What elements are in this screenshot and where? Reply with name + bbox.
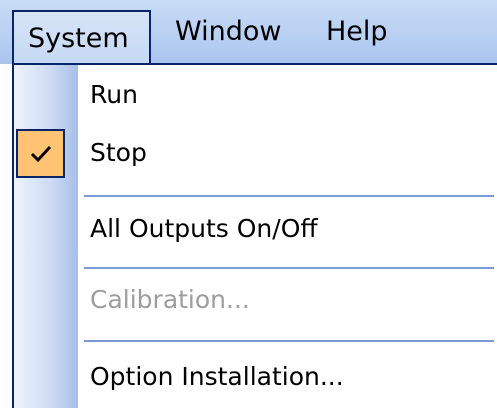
menu-window[interactable]: Window [175, 0, 281, 64]
menu-system[interactable]: System [12, 10, 151, 64]
window-edge [0, 64, 12, 408]
menu-separator [84, 267, 494, 269]
menu-item-option-installation[interactable]: Option Installation... [90, 362, 344, 391]
menu-separator [84, 195, 494, 197]
menu-icon-gutter [14, 65, 78, 408]
menu-item-stop[interactable]: Stop [90, 138, 147, 167]
menu-item-calibration: Calibration... [90, 285, 250, 314]
stop-checked-indicator [16, 129, 65, 178]
menu-help[interactable]: Help [326, 0, 388, 64]
menu-item-run[interactable]: Run [90, 80, 138, 109]
app-window: System Window Help Run Stop All Outputs … [0, 0, 497, 408]
menu-separator [84, 340, 494, 342]
menu-bar: System Window Help [0, 0, 497, 64]
menu-item-all-outputs[interactable]: All Outputs On/Off [90, 214, 318, 243]
checkmark-icon [30, 145, 52, 163]
